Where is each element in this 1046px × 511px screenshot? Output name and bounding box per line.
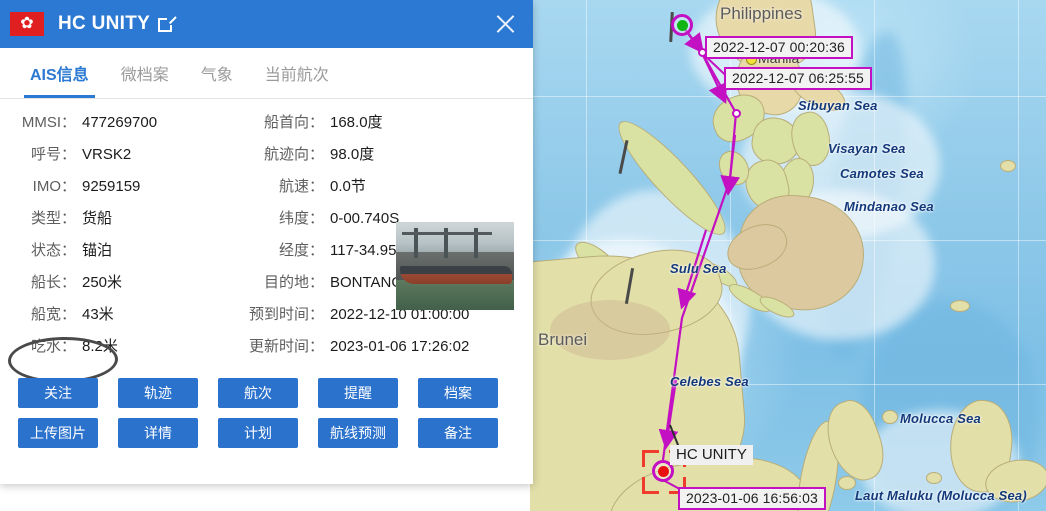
field-mmsi: MMSI： 477269700 (0, 111, 240, 143)
field-label: 目的地： (263, 274, 324, 291)
map-label-sulu-sea: Sulu Sea (670, 261, 727, 276)
field-label: 航迹向： (263, 146, 324, 163)
map-label-laut-maluku: Laut Maluku (Molucca Sea) (855, 488, 1027, 503)
field-value: VRSK2 (82, 146, 132, 163)
field-value: 168.0度 (330, 114, 383, 131)
tab-current-voyage[interactable]: 当前航次 (249, 48, 345, 98)
field-length: 船长： 250米 (0, 271, 240, 303)
map-label-celebes-sea: Celebes Sea (670, 374, 749, 389)
ship-detail-screen: Philippines Brunei Manila Sibuyan Sea Vi… (0, 0, 1046, 511)
tab-bar: AIS信息 微档案 气象 当前航次 (0, 48, 533, 99)
upload-image-button[interactable]: 上传图片 (18, 418, 98, 448)
field-longitude: 经度： 117-34.950E (240, 239, 420, 271)
field-value: 货船 (82, 210, 113, 227)
field-label: 航速： (278, 178, 324, 195)
track-button[interactable]: 轨迹 (118, 378, 198, 408)
bauhinia-glyph: ✿ (20, 15, 34, 32)
action-button-row-2: 上传图片 详情 计划 航线预测 备注 (0, 418, 533, 448)
field-type: 类型： 货船 (0, 207, 240, 239)
field-label: 状态： (30, 242, 76, 259)
field-value: 9259159 (82, 178, 141, 195)
field-heading: 船首向： 168.0度 (240, 111, 420, 143)
map-canvas[interactable]: Philippines Brunei Manila Sibuyan Sea Vi… (530, 0, 1046, 511)
field-label: 船长： (30, 274, 76, 291)
field-beam: 船宽： 43米 (0, 303, 240, 335)
tab-micro-archive[interactable]: 微档案 (105, 48, 185, 98)
field-draft: 吃水： 8.2米 (0, 335, 240, 367)
map-label-camotes-sea: Camotes Sea (840, 166, 924, 181)
field-value: 0-00.740S (330, 210, 400, 227)
edit-icon[interactable] (158, 15, 177, 33)
details-button[interactable]: 详情 (118, 418, 198, 448)
panel-header: ✿ HC UNITY (0, 0, 533, 48)
follow-button[interactable]: 关注 (18, 378, 98, 408)
field-update-time: 更新时间： 2023-01-06 17:26:02 (240, 335, 469, 367)
panel-title: HC UNITY (58, 13, 151, 34)
field-value: 98.0度 (330, 146, 375, 163)
field-value: 477269700 (82, 114, 158, 131)
field-call-sign: 呼号： VRSK2 (0, 143, 240, 175)
close-icon[interactable] (491, 10, 519, 38)
action-buttons: 关注 轨迹 航次 提醒 档案 上传图片 详情 计划 航线预测 备注 (0, 378, 533, 458)
field-value: 250米 (82, 274, 123, 291)
field-label: 船首向： (263, 114, 324, 131)
field-label: 类型： (30, 210, 76, 227)
track-timestamp-label: 2022-12-07 00:20:36 (705, 36, 853, 59)
map-label-visayan-sea: Visayan Sea (828, 141, 906, 156)
archive-button[interactable]: 档案 (418, 378, 498, 408)
map-label-sibuyan-sea: Sibuyan Sea (798, 98, 878, 113)
plan-button[interactable]: 计划 (218, 418, 298, 448)
map-label-brunei: Brunei (538, 330, 588, 349)
tab-weather[interactable]: 气象 (185, 48, 249, 98)
field-status: 状态： 锚泊 (0, 239, 240, 271)
route-forecast-button[interactable]: 航线预测 (318, 418, 398, 448)
field-value: 8.2米 (82, 338, 118, 355)
field-column-right: 船首向： 168.0度 航迹向： 98.0度 航速： 0.0节 纬度： 0-00… (240, 111, 469, 367)
field-value: 2023-01-06 17:26:02 (330, 338, 470, 355)
field-label: IMO： (32, 178, 76, 195)
field-eta: 预到时间： 2022-12-10 01:00:00 (240, 303, 469, 335)
map-label-philippines: Philippines (720, 4, 803, 23)
hong-kong-flag-icon: ✿ (10, 12, 44, 36)
field-label: 船宽： (30, 306, 76, 323)
action-button-row-1: 关注 轨迹 航次 提醒 档案 (0, 378, 533, 408)
field-label: 经度： (278, 242, 324, 259)
field-destination: 目的地： BONTANG,ID (240, 271, 422, 303)
field-label: 呼号： (30, 146, 76, 163)
vessel-photo[interactable] (396, 222, 514, 310)
field-course: 航迹向： 98.0度 (240, 143, 420, 175)
field-label: 纬度： (278, 210, 324, 227)
map-label-mindanao-sea: Mindanao Sea (844, 199, 934, 214)
track-timestamp-label: 2022-12-07 06:25:55 (724, 67, 872, 90)
track-start-marker[interactable] (671, 14, 693, 36)
track-waypoint[interactable] (732, 109, 741, 118)
field-label: 更新时间： (248, 338, 324, 355)
remark-button[interactable]: 备注 (418, 418, 498, 448)
field-speed: 航速： 0.0节 (240, 175, 420, 207)
field-value: 锚泊 (82, 242, 113, 259)
field-latitude: 纬度： 0-00.740S (240, 207, 420, 239)
field-label: 吃水： (30, 338, 76, 355)
voyage-button[interactable]: 航次 (218, 378, 298, 408)
map-label-molucca-sea: Molucca Sea (900, 411, 981, 426)
ship-info-panel: ✿ HC UNITY AIS信息 微档案 气象 当前航次 MMSI： 47726… (0, 0, 533, 484)
remind-button[interactable]: 提醒 (318, 378, 398, 408)
field-value: 43米 (82, 306, 114, 323)
field-value: 0.0节 (330, 178, 366, 195)
field-area: MMSI： 477269700 呼号： VRSK2 IMO： 9259159 类… (0, 99, 533, 384)
track-timestamp-label: 2023-01-06 16:56:03 (678, 487, 826, 510)
tab-ais-info[interactable]: AIS信息 (14, 48, 105, 98)
field-column-left: MMSI： 477269700 呼号： VRSK2 IMO： 9259159 类… (0, 111, 240, 367)
field-label: 预到时间： (248, 306, 324, 323)
field-imo: IMO： 9259159 (0, 175, 240, 207)
map-vessel-name-label: HC UNITY (670, 445, 753, 465)
field-label: MMSI： (21, 114, 76, 131)
